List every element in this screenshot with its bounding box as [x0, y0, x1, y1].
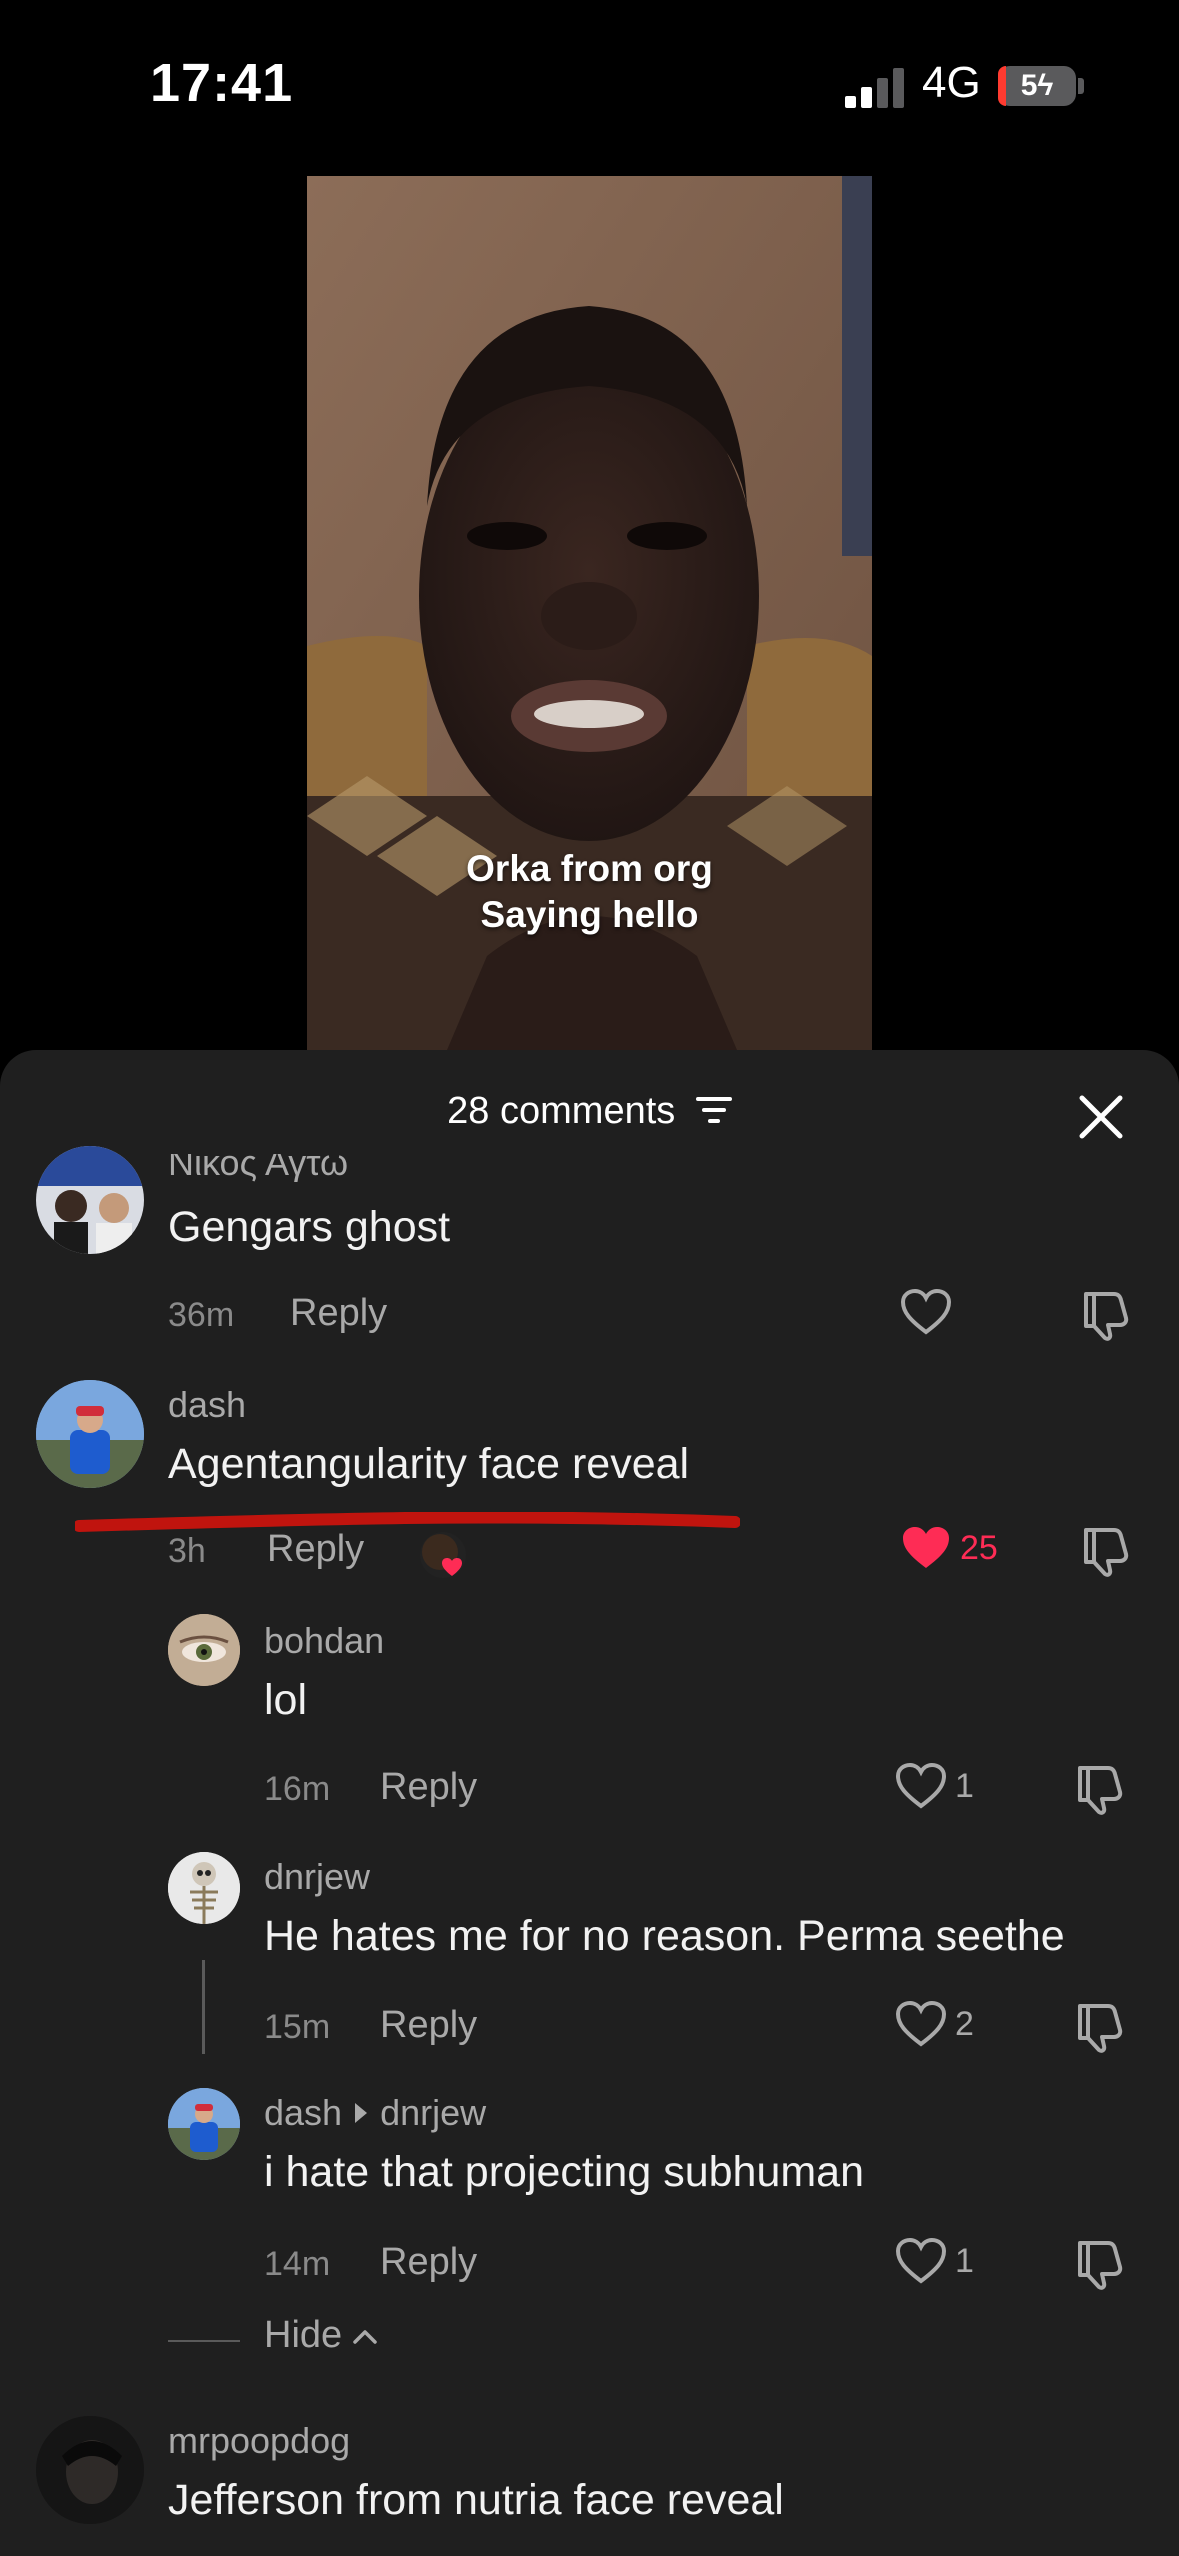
replied-to-author[interactable]: dnrjew	[380, 2092, 486, 2134]
comment-text: lol	[264, 1676, 308, 1724]
reply-arrow-icon	[355, 2103, 368, 2123]
comment-author[interactable]: dash dnrjew	[264, 2092, 486, 2134]
hide-label: Hide	[264, 2314, 343, 2356]
heart-outline-icon	[895, 1762, 947, 1809]
charging-bolt-icon: ϟ	[1037, 69, 1054, 102]
chevron-up-icon	[353, 2329, 377, 2344]
comment-author[interactable]: dnrjew	[264, 1856, 370, 1898]
like-button[interactable]: 25	[900, 1524, 998, 1572]
comment-text: Agentangularity face reveal	[168, 1440, 690, 1488]
like-button[interactable]: 1	[895, 2237, 974, 2285]
comment-author[interactable]: bohdan	[264, 1620, 384, 1662]
comment-text: He hates me for no reason. Perma seethe	[264, 1912, 1065, 1960]
video-caption: Orka from org Saying hello	[307, 846, 872, 938]
comment-time: 3h	[168, 1532, 206, 1570]
battery-level-fill	[998, 66, 1006, 106]
like-button[interactable]: 2	[895, 2000, 974, 2048]
dislike-icon[interactable]	[1072, 1762, 1126, 1816]
avatar[interactable]	[36, 2416, 144, 2524]
comment-time: 14m	[264, 2245, 331, 2283]
dislike-icon[interactable]	[1072, 2237, 1126, 2291]
comments-count-label: 28 comments	[447, 1090, 676, 1132]
creator-liked-badge	[420, 1532, 466, 1578]
battery-tip	[1078, 78, 1084, 94]
like-count: 2	[955, 2004, 974, 2043]
battery-percent: 5	[1020, 69, 1038, 102]
close-icon[interactable]	[1074, 1090, 1128, 1144]
like-button[interactable]: 1	[895, 1762, 974, 1810]
network-type: 4G	[922, 58, 981, 107]
avatar[interactable]	[36, 1380, 144, 1488]
dislike-icon[interactable]	[1078, 1524, 1132, 1578]
reply-button[interactable]: Reply	[380, 2004, 477, 2047]
avatar[interactable]	[168, 1852, 240, 1924]
filter-icon[interactable]	[695, 1095, 732, 1125]
hide-replies-button[interactable]: Hide	[264, 2314, 378, 2357]
reply-button[interactable]: Reply	[380, 1766, 477, 1809]
comment-time: 15m	[264, 2008, 331, 2046]
avatar[interactable]	[36, 1146, 144, 1254]
hide-divider	[168, 2340, 240, 2342]
comments-sheet: 28 comments	[0, 1050, 1179, 2556]
like-count: 1	[955, 2241, 974, 2280]
heart-outline-icon	[895, 2000, 947, 2047]
dislike-icon[interactable]	[1078, 1288, 1132, 1342]
like-count: 1	[955, 1766, 974, 1805]
thread-connector-line	[202, 1960, 205, 2054]
like-button[interactable]	[900, 1288, 952, 1336]
reply-button[interactable]: Reply	[267, 1528, 364, 1571]
avatar[interactable]	[168, 2088, 240, 2160]
comment-text: Jefferson from nutria face reveal	[168, 2476, 784, 2524]
comments-header: 28 comments	[0, 1050, 1179, 1160]
comment-time: 36m	[168, 1296, 235, 1334]
red-underline-annotation	[75, 1512, 740, 1532]
heart-outline-icon	[900, 1288, 952, 1335]
dislike-icon[interactable]	[1072, 2000, 1126, 2054]
comment-author[interactable]: dash	[168, 1384, 246, 1426]
heart-filled-icon	[903, 1527, 949, 1568]
comment-text: i hate that projecting subhuman	[264, 2148, 865, 2196]
like-count: 25	[960, 1528, 998, 1567]
video-player[interactable]: Orka from org Saying hello	[307, 176, 872, 1050]
reply-button[interactable]: Reply	[380, 2241, 477, 2284]
comment-author[interactable]: mrpoopdog	[168, 2420, 350, 2462]
caption-line-1: Orka from org	[466, 848, 713, 889]
comment-author-name: dash	[264, 2092, 343, 2133]
battery-indicator: 5ϟ	[998, 66, 1076, 106]
status-bar: 17:41 4G 5ϟ	[0, 0, 1179, 170]
clock: 17:41	[150, 53, 294, 113]
comments-count: 28 comments	[0, 1090, 1179, 1133]
avatar[interactable]	[168, 1614, 240, 1686]
comment-text: Gengars ghost	[168, 1203, 451, 1251]
cellular-signal-icon	[845, 68, 904, 108]
comment-time: 16m	[264, 1770, 331, 1808]
heart-outline-icon	[895, 2237, 947, 2284]
reply-button[interactable]: Reply	[290, 1292, 387, 1335]
caption-line-2: Saying hello	[480, 894, 699, 935]
